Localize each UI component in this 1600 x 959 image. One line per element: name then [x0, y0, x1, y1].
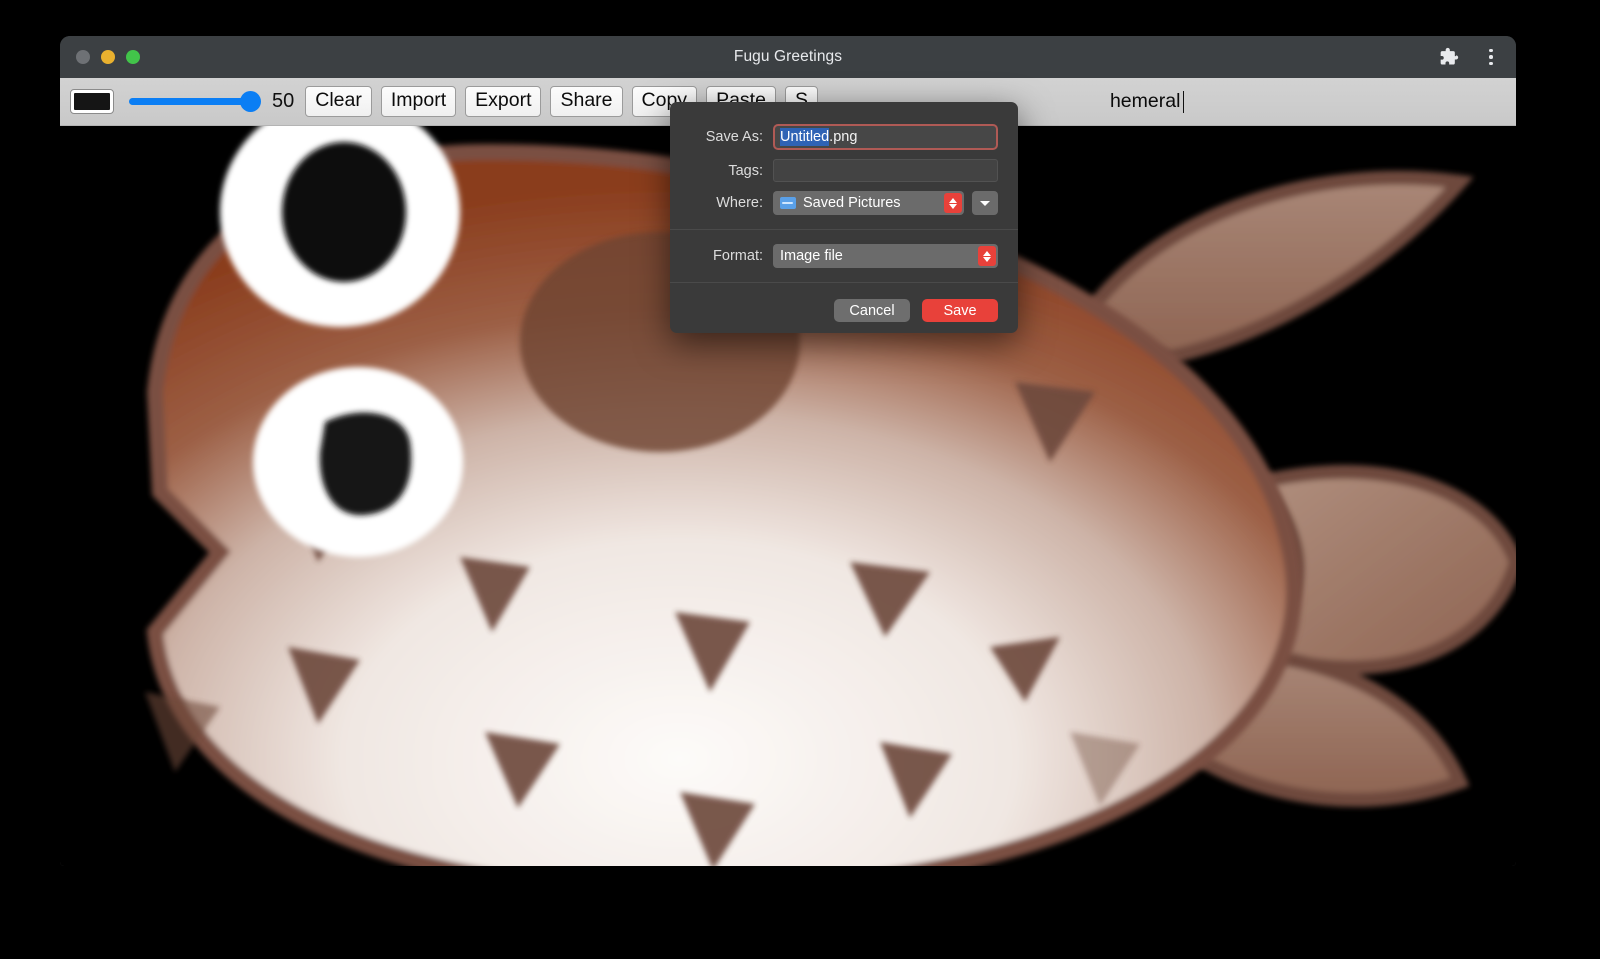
format-stepper-icon[interactable]	[978, 246, 996, 266]
export-button[interactable]: Export	[465, 86, 541, 116]
format-select[interactable]: Image file	[773, 244, 998, 268]
folder-icon	[780, 197, 796, 209]
line-width-slider[interactable]	[129, 91, 259, 113]
window-titlebar: Fugu Greetings	[60, 36, 1516, 78]
dialog-save-button[interactable]: Save	[922, 299, 998, 322]
where-stepper-icon[interactable]	[944, 193, 962, 213]
save-as-row: Save As: Untitled.png	[670, 124, 1018, 150]
where-label: Where:	[690, 195, 763, 211]
import-button[interactable]: Import	[381, 86, 456, 116]
tags-input[interactable]	[773, 159, 998, 182]
clear-button[interactable]: Clear	[305, 86, 372, 116]
slider-thumb[interactable]	[240, 91, 261, 112]
save-as-selected-text: Untitled	[780, 128, 829, 146]
browser-window: Fugu Greetings 50 Clear Import Export Sh…	[60, 36, 1516, 866]
where-value: Saved Pictures	[803, 195, 901, 211]
save-file-dialog: Save As: Untitled.png Tags: Where: Saved…	[670, 102, 1018, 333]
minimize-button[interactable]	[101, 50, 115, 64]
close-button[interactable]	[76, 50, 90, 64]
where-select[interactable]: Saved Pictures	[773, 191, 964, 215]
extensions-icon[interactable]	[1438, 46, 1460, 68]
format-value: Image file	[780, 248, 843, 264]
dialog-divider-1	[670, 229, 1018, 230]
save-as-label: Save As:	[690, 129, 763, 145]
chevron-down-icon	[980, 201, 990, 206]
maximize-button[interactable]	[126, 50, 140, 64]
titlebar-actions	[1438, 46, 1502, 68]
tags-label: Tags:	[690, 163, 763, 179]
screen: Fugu Greetings 50 Clear Import Export Sh…	[0, 0, 1600, 959]
where-row: Where: Saved Pictures	[670, 191, 1018, 215]
expand-browser-button[interactable]	[972, 191, 998, 215]
tags-row: Tags:	[670, 159, 1018, 182]
ephemeral-label: hemeral	[1110, 90, 1180, 113]
format-row: Format: Image file	[670, 244, 1018, 268]
slider-value-label: 50	[272, 90, 294, 113]
color-picker-swatch[interactable]	[70, 89, 114, 114]
window-traffic-lights	[76, 50, 140, 64]
save-as-extension-text: .png	[829, 129, 857, 145]
dialog-actions: Cancel Save	[670, 299, 1018, 322]
format-label: Format:	[690, 248, 763, 264]
window-title: Fugu Greetings	[60, 48, 1516, 66]
dialog-cancel-button[interactable]: Cancel	[834, 299, 910, 322]
chrome-menu-icon[interactable]	[1480, 46, 1502, 68]
dialog-divider-2	[670, 282, 1018, 283]
save-as-input[interactable]: Untitled.png	[773, 124, 998, 150]
share-button[interactable]: Share	[550, 86, 622, 116]
